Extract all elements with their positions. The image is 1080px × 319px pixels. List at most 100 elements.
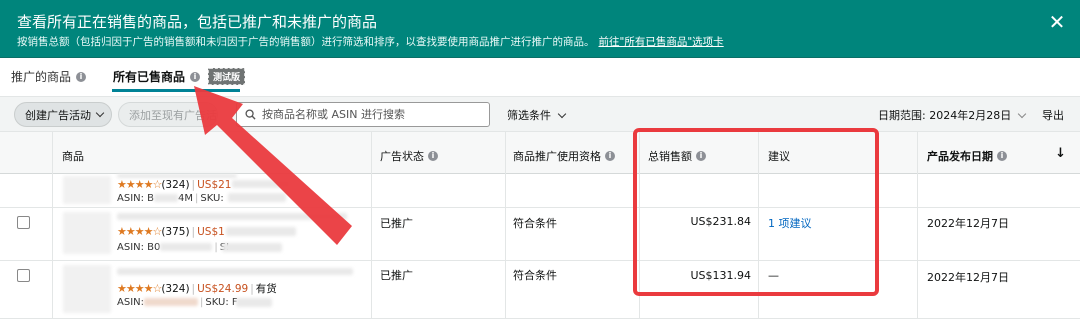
info-icon[interactable]: i [428,151,438,161]
column-header-label: 商品推广使用资格 [513,150,601,163]
banner-title: 查看所有正在销售的商品，包括已推广和未推广的商品 [17,13,378,31]
tab-label: 所有已售商品 [113,70,186,84]
column-header-launch-date[interactable]: 产品发布日期 i [927,148,1007,164]
asin-label: ASIN: B [117,193,155,204]
stock-status: 有货 [255,283,277,295]
info-icon[interactable]: i [997,151,1007,161]
suggestion-cell: — [768,269,779,282]
search-input[interactable] [262,108,482,121]
tab-promoted-products[interactable]: 推广的商品 i [11,68,87,85]
ad-status-cell: 已推广 [380,217,413,230]
table-row: ★★★★☆(375)|US$1 ASIN: B0|SI 已推广 符合条件 US$… [0,208,1080,261]
product-asin: ASIN: B0|SI [117,242,229,253]
redacted-block [236,298,272,307]
active-tab-indicator [112,89,240,92]
redacted-block [232,180,290,188]
create-campaign-label: 创建广告活动 [25,108,91,122]
export-button[interactable]: 导出 [1042,107,1064,123]
tab-bar: 推广的商品 i 所有已售商品 i 测试版 [0,58,1080,96]
total-sales-cell: US$231.84 [690,215,751,228]
star-rating-icon: ★★★★☆ [117,225,162,238]
suggestion-link[interactable]: 1 项建议 [768,215,812,231]
filter-label: 筛选条件 [507,109,551,122]
redacted-block [154,194,179,202]
eligibility-cell: 符合条件 [513,217,557,230]
product-rating: ★★★★☆(375) | US$1 [117,225,225,238]
date-range-label: 日期范围: 2024年2月28日 [878,109,1012,122]
column-header-label: 总销售额 [648,150,692,163]
date-range-picker[interactable]: 日期范围: 2024年2月28日 [878,107,1027,123]
sku-label: SKU: [200,193,224,204]
column-header-total-sales[interactable]: 总销售额 i [648,148,706,164]
asin-label: ASIN: [117,297,144,308]
column-divider [917,132,918,319]
review-count: (324) [161,283,190,295]
product-rating: ★★★★☆(324) | US$24.99 | 有货 [117,282,277,295]
column-divider [639,132,640,319]
product-title-redacted [117,213,347,220]
info-icon[interactable]: i [696,151,706,161]
product-thumbnail [63,212,111,254]
info-icon[interactable]: i [605,151,615,161]
ad-status-cell: 已推广 [380,269,413,282]
product-thumbnail [63,176,111,204]
redacted-block [222,243,282,252]
product-price: US$21 [197,179,232,191]
info-icon[interactable]: i [76,71,87,82]
tab-label: 推广的商品 [11,70,72,84]
search-icon [245,109,256,120]
column-divider [758,132,759,319]
column-header-product[interactable]: 商品 [62,148,84,164]
asin-tail: 4M [178,193,194,204]
eligibility-cell: 符合条件 [513,269,557,282]
star-rating-icon: ★★★★☆ [117,282,162,295]
product-asin: ASIN: | SKU: F [117,297,238,308]
column-divider [505,132,506,319]
search-box [236,102,490,127]
column-divider [52,132,53,319]
column-header-eligibility[interactable]: 商品推广使用资格 i [513,148,615,164]
banner-description-text: 按销售总额（包括归因于广告的销售额和未归因于广告的销售额）进行筛选和排序，以查找… [17,36,595,48]
redacted-block [228,193,286,202]
column-divider [371,132,372,319]
column-header-label: 商品 [62,150,84,163]
table-row: ★★★★☆(324) | US$21 ASIN: B 4M | SKU: [0,174,1080,208]
product-asin: ASIN: B 4M | SKU: [117,193,224,204]
redacted-block [226,227,296,236]
products-table: 商品 广告状态 i 商品推广使用资格 i 总销售额 i 建议 产品发布日期 i … [0,132,1080,319]
sku-label: SKU: F [205,297,238,308]
column-header-label: 产品发布日期 [927,150,993,163]
launch-date-cell: 2022年12月7日 [927,271,1009,284]
add-to-existing-label: 添加至现有广告活动 [129,108,217,122]
tab-all-sold-products[interactable]: 所有已售商品 i 测试版 [113,68,246,85]
toolbar: 创建广告活动 添加至现有广告活动 筛选条件 日期范围: 2024年2月28日 导… [0,96,1080,132]
total-sales-cell: US$131.94 [690,269,751,282]
sort-descending-icon[interactable]: ↓ [1055,146,1066,161]
banner-description: 按销售总额（包括归因于广告的销售额和未归因于广告的销售额）进行筛选和排序，以查找… [17,34,724,49]
banner-link[interactable]: 前往"所有已售商品"选项卡 [599,36,724,48]
row-checkbox[interactable] [17,216,30,229]
product-rating: ★★★★☆(324) | US$21 [117,178,232,191]
column-header-label: 建议 [768,150,790,163]
redacted-block [144,298,198,306]
info-banner: 查看所有正在销售的商品，包括已推广和未推广的商品 按销售总额（包括归因于广告的销… [0,0,1080,58]
table-row: ★★★★☆(324) | US$24.99 | 有货 ASIN: | SKU: F 已推广 … [0,261,1080,319]
product-title-redacted [117,268,353,275]
asin-label: ASIN: B0 [117,242,161,253]
column-header-suggestion[interactable]: 建议 [768,148,790,164]
row-checkbox[interactable] [17,269,30,282]
beta-badge: 测试版 [208,68,246,85]
product-thumbnail [63,265,111,313]
add-to-existing-campaign-button[interactable]: 添加至现有广告活动 [118,102,218,127]
chevron-down-icon [95,108,105,118]
close-icon[interactable]: ✕ [1046,11,1068,33]
redacted-block [160,243,213,251]
column-header-ad-status[interactable]: 广告状态 i [380,148,438,164]
star-rating-icon: ★★★★☆ [117,178,162,191]
create-campaign-button[interactable]: 创建广告活动 [14,102,112,127]
info-icon[interactable]: i [190,71,201,82]
product-price: US$1 [197,226,225,238]
launch-date-cell: 2022年12月7日 [927,217,1009,230]
chevron-down-icon [557,109,567,118]
filter-dropdown[interactable]: 筛选条件 [507,107,567,123]
